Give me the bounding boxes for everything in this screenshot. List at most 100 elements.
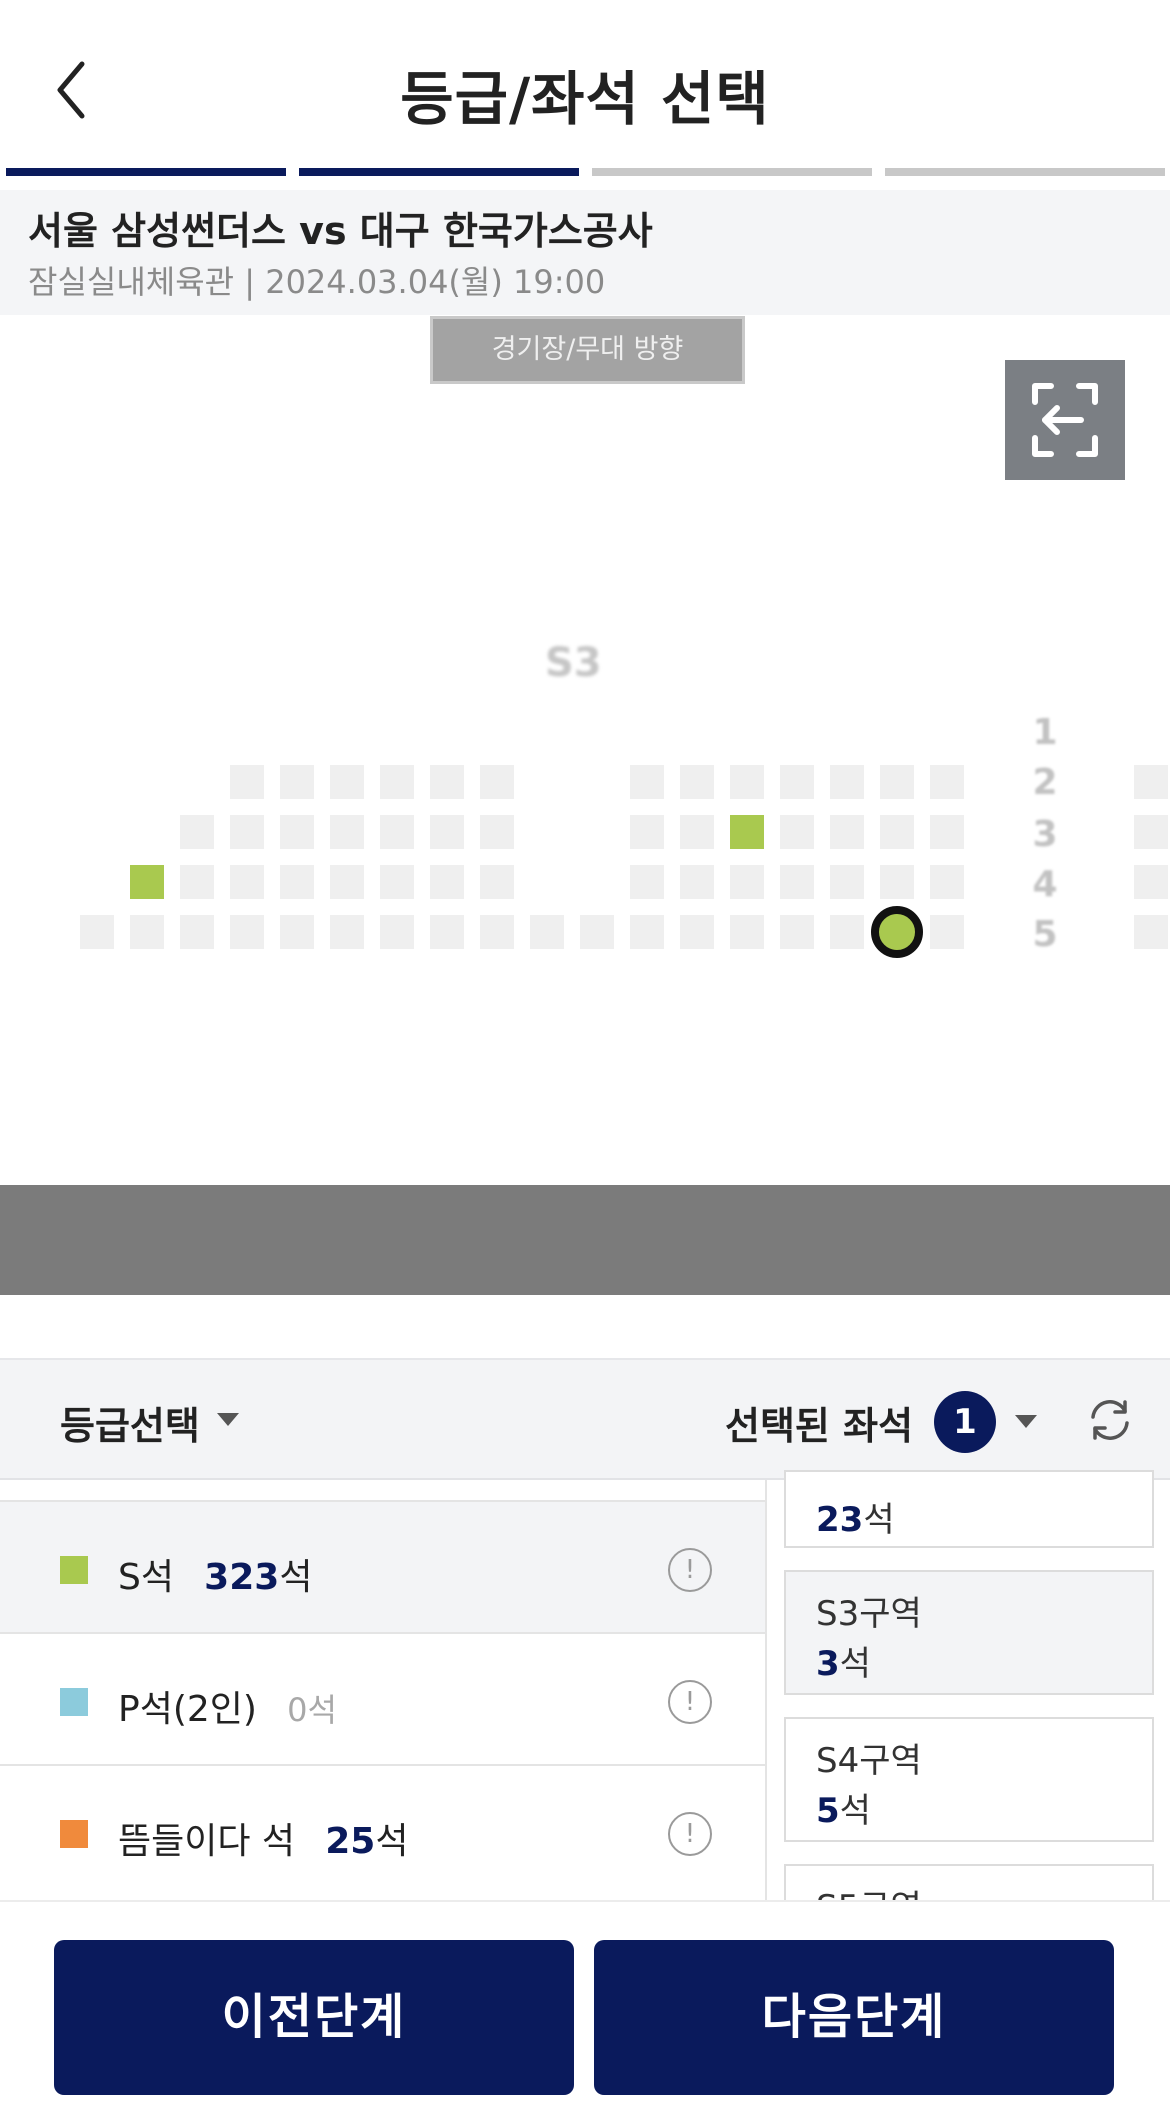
zone-name: S3구역 bbox=[816, 1594, 922, 1634]
unavailable-seat bbox=[480, 865, 514, 899]
unavailable-seat bbox=[430, 915, 464, 949]
exit-fullscreen-button[interactable] bbox=[1005, 360, 1125, 480]
row-label: 2 bbox=[1032, 762, 1058, 803]
zone-count-line: 3석 bbox=[816, 1636, 871, 1685]
progress-step-3 bbox=[592, 168, 872, 176]
unavailable-seat bbox=[780, 865, 814, 899]
unavailable-seat bbox=[1134, 915, 1168, 949]
unavailable-seat bbox=[230, 865, 264, 899]
info-icon[interactable]: ! bbox=[668, 1812, 712, 1856]
unavailable-seat bbox=[680, 765, 714, 799]
progress-step-1 bbox=[6, 168, 286, 176]
grade-count: 0 bbox=[287, 1691, 308, 1729]
zone-count-line: 23석 bbox=[816, 1492, 895, 1541]
unavailable-seat bbox=[180, 815, 214, 849]
row-label: 1 bbox=[1032, 712, 1058, 753]
unavailable-seat bbox=[330, 765, 364, 799]
unavailable-seat bbox=[880, 815, 914, 849]
unavailable-seat bbox=[1134, 765, 1168, 799]
unavailable-seat bbox=[80, 915, 114, 949]
unavailable-seat bbox=[730, 865, 764, 899]
grade-color-swatch bbox=[60, 1820, 88, 1848]
unavailable-seat bbox=[430, 765, 464, 799]
grade-label: S석 323석 bbox=[118, 1548, 312, 1600]
grade-color-swatch bbox=[60, 1556, 88, 1584]
info-icon[interactable]: ! bbox=[668, 1680, 712, 1724]
unavailable-seat bbox=[730, 765, 764, 799]
unavailable-seat bbox=[180, 865, 214, 899]
unavailable-seat bbox=[330, 865, 364, 899]
grade-row-special[interactable]: 뜸들이다 석 25석 ! bbox=[0, 1764, 765, 1896]
unavailable-seat bbox=[230, 765, 264, 799]
zone-item-s3[interactable]: S3구역 3석 bbox=[784, 1570, 1154, 1695]
progress-step-2 bbox=[299, 168, 579, 176]
unavailable-seat bbox=[180, 915, 214, 949]
unavailable-seat bbox=[380, 815, 414, 849]
unavailable-seat bbox=[380, 915, 414, 949]
caret-down-icon[interactable] bbox=[215, 1410, 241, 1428]
unavailable-seat bbox=[930, 815, 964, 849]
zone-count: 3 bbox=[816, 1644, 840, 1684]
grade-count: 25 bbox=[325, 1821, 376, 1862]
page-title: 등급/좌석 선택 bbox=[400, 65, 770, 133]
grade-row-p[interactable]: P석(2인) 0석 ! bbox=[0, 1632, 765, 1764]
zone-item[interactable]: 23석 bbox=[784, 1470, 1154, 1548]
map-divider-bar bbox=[0, 1185, 1170, 1295]
next-step-button[interactable]: 다음단계 bbox=[594, 1940, 1114, 2095]
prev-step-button[interactable]: 이전단계 bbox=[54, 1940, 574, 2095]
info-icon[interactable]: ! bbox=[668, 1548, 712, 1592]
unavailable-seat bbox=[780, 915, 814, 949]
grade-label: P석(2인) 0석 bbox=[118, 1680, 337, 1732]
zone-count: 23 bbox=[816, 1500, 864, 1540]
unavailable-seat bbox=[780, 815, 814, 849]
unavailable-seat bbox=[880, 865, 914, 899]
grade-unit: 석 bbox=[279, 1557, 313, 1598]
selected-seat[interactable] bbox=[871, 906, 923, 958]
unavailable-seat bbox=[330, 815, 364, 849]
section-label: S3 bbox=[545, 640, 602, 686]
unavailable-seat bbox=[430, 815, 464, 849]
unavailable-seat bbox=[380, 865, 414, 899]
grade-label: 뜸들이다 석 25석 bbox=[118, 1812, 408, 1864]
unavailable-seat bbox=[430, 865, 464, 899]
unavailable-seat bbox=[930, 865, 964, 899]
unavailable-seat bbox=[630, 915, 664, 949]
unavailable-seat bbox=[230, 915, 264, 949]
grade-name: P석(2인) bbox=[118, 1689, 257, 1730]
grade-name: 뜸들이다 석 bbox=[118, 1821, 296, 1862]
unavailable-seat bbox=[830, 915, 864, 949]
unavailable-seat bbox=[480, 815, 514, 849]
zone-count-line: 5석 bbox=[816, 1783, 871, 1832]
unavailable-seat bbox=[230, 815, 264, 849]
selected-seats-label[interactable]: 선택된 좌석 bbox=[725, 1395, 913, 1450]
unavailable-seat bbox=[830, 815, 864, 849]
caret-down-icon[interactable] bbox=[1013, 1412, 1039, 1430]
unavailable-seat bbox=[580, 915, 614, 949]
grade-unit: 석 bbox=[307, 1691, 337, 1729]
refresh-icon[interactable] bbox=[1085, 1395, 1135, 1445]
unavailable-seat bbox=[930, 765, 964, 799]
available-seat[interactable] bbox=[130, 865, 164, 899]
unavailable-seat bbox=[780, 765, 814, 799]
row-label: 4 bbox=[1032, 864, 1058, 905]
unavailable-seat bbox=[1134, 865, 1168, 899]
unavailable-seat bbox=[130, 915, 164, 949]
unavailable-seat bbox=[830, 765, 864, 799]
grade-row-s[interactable]: S석 323석 ! bbox=[0, 1500, 765, 1632]
unavailable-seat bbox=[280, 865, 314, 899]
unavailable-seat bbox=[480, 915, 514, 949]
unavailable-seat bbox=[630, 865, 664, 899]
unavailable-seat bbox=[280, 915, 314, 949]
zone-unit: 석 bbox=[839, 1791, 871, 1831]
grade-count: 323 bbox=[204, 1557, 280, 1598]
unavailable-seat bbox=[680, 865, 714, 899]
unavailable-seat bbox=[280, 815, 314, 849]
available-seat[interactable] bbox=[730, 815, 764, 849]
progress-step-4 bbox=[885, 168, 1165, 176]
zone-item-s4[interactable]: S4구역 5석 bbox=[784, 1717, 1154, 1842]
unavailable-seat bbox=[280, 765, 314, 799]
grade-select-dropdown[interactable]: 등급선택 bbox=[60, 1395, 200, 1450]
event-title: 서울 삼성썬더스 vs 대구 한국가스공사 bbox=[28, 209, 653, 253]
exit-fullscreen-icon bbox=[1032, 383, 1098, 457]
unavailable-seat bbox=[330, 915, 364, 949]
